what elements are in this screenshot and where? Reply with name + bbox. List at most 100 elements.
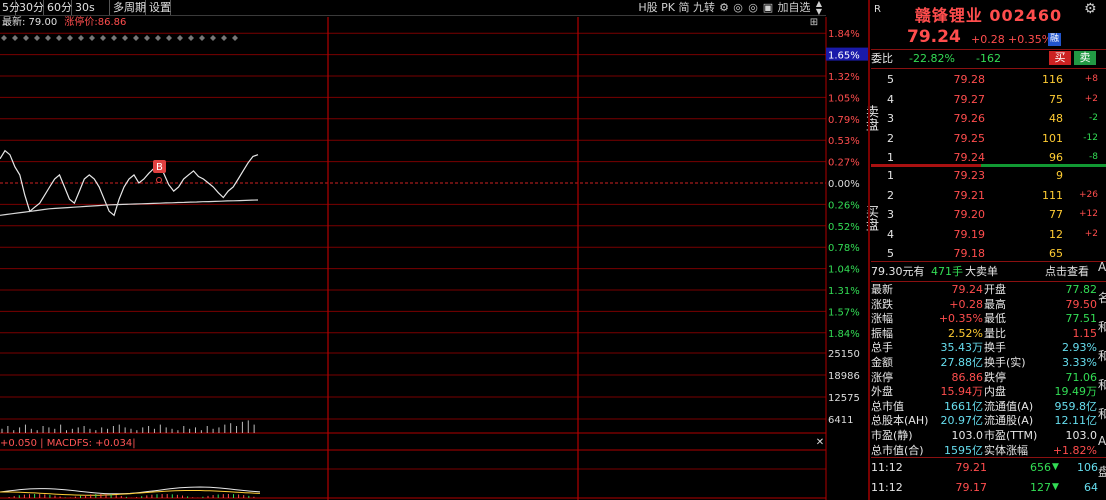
buy-row[interactable]: 3 79.20 77 +12 <box>871 205 1106 224</box>
period-60min-button[interactable]: 60分 <box>45 0 72 15</box>
edge-char: 和 <box>1098 378 1106 392</box>
buy-row[interactable]: 4 79.19 12 +2 <box>871 225 1106 244</box>
stat-value: 3.33% <box>1062 356 1097 369</box>
stat-label: 量比 <box>984 326 1006 340</box>
event-marker-icon <box>56 35 62 41</box>
event-marker-icon <box>111 35 117 41</box>
sell-row[interactable]: 3 79.26 48 -2 <box>871 109 1106 128</box>
sell-row[interactable]: 4 79.27 75 +2 <box>871 90 1106 109</box>
book-level: 3 <box>887 208 894 221</box>
stat-label: 最高 <box>984 297 1006 311</box>
stats-row: 振幅 2.52% 量比 1.15 <box>871 326 1106 341</box>
stat-label: 流通股(A) <box>984 414 1034 428</box>
stat-label: 市盈(静) <box>871 429 913 442</box>
event-marker-icon <box>232 35 238 41</box>
event-marker-icon <box>199 35 205 41</box>
multi-period-button[interactable]: 多周期 <box>111 0 146 15</box>
stat-label: 总市值(合) <box>871 443 924 457</box>
book-level: 4 <box>887 92 894 106</box>
book-delta: +2 <box>1084 228 1098 239</box>
target-icon[interactable]: ◎ <box>731 1 745 15</box>
tick-price: 79.21 <box>955 461 988 474</box>
quote-panel: R 赣锋锂业 002460 ⚙ 79.24 +0.28 +0.35% 融 委比 … <box>863 0 1106 500</box>
stats-row: 总股本(AH) 20.97亿 流通股(A) 12.11亿 <box>871 413 1106 428</box>
settings-button[interactable]: 设置 <box>147 0 171 15</box>
stat-value: 71.06 <box>1065 370 1098 384</box>
stat-label: 市盈(TTM) <box>984 429 1038 442</box>
tick-time: 11:12 <box>871 481 903 494</box>
stat-label: 外盘 <box>871 385 893 399</box>
event-marker-icon <box>221 35 227 41</box>
stat-label: 涨幅 <box>871 312 893 326</box>
sell-row[interactable]: 5 79.28 116 +8 <box>871 70 1106 89</box>
buy-row[interactable]: 2 79.21 111 +26 <box>871 186 1106 205</box>
sell-button[interactable]: 卖 <box>1074 51 1096 65</box>
tick-row: 11:12 79.17 127 ▼ 64 <box>871 478 1106 497</box>
stat-value: 2.52% <box>948 326 983 340</box>
stat-label: 实体涨幅 <box>984 443 1028 457</box>
gear-icon[interactable]: ⚙ <box>718 1 730 15</box>
sell-row[interactable]: 2 79.25 101 -12 <box>871 129 1106 148</box>
event-marker-icon <box>155 35 161 41</box>
tick-count: 64 <box>1084 481 1098 494</box>
nine-turn-button[interactable]: 九转 <box>692 1 716 15</box>
book-volume: 77 <box>1049 208 1063 221</box>
tick-count: 106 <box>1077 461 1098 474</box>
book-volume: 48 <box>1049 112 1063 125</box>
period-30min-button[interactable]: 30分 <box>17 0 44 15</box>
average-price-line <box>0 199 259 216</box>
book-volume: 9 <box>1056 169 1063 182</box>
volume-tick-label: 6411 <box>828 415 853 426</box>
view-big-orders-link[interactable]: 点击查看 <box>1045 262 1089 281</box>
price-tick-label: 1.84% <box>828 29 860 40</box>
volume-tick-label: 12575 <box>828 393 860 404</box>
stats-row: 涨跌 +0.28 最高 79.50 <box>871 297 1106 312</box>
event-marker-icon <box>45 35 51 41</box>
stat-value: +0.28 <box>949 297 983 311</box>
stat-value: 77.82 <box>1065 283 1098 296</box>
period-5min-button[interactable]: 5分 <box>0 0 20 15</box>
edge-char: 和 <box>1098 320 1106 334</box>
event-marker-icon <box>67 35 73 41</box>
volume-tick-label: 18986 <box>828 371 860 382</box>
buy-button[interactable]: 买 <box>1049 51 1071 65</box>
stat-value: 15.94万 <box>940 385 984 399</box>
h-share-button[interactable]: H股 <box>638 1 658 15</box>
stats-row: 涨幅 +0.35% 最低 77.51 <box>871 311 1106 326</box>
price-tick-label: 1.04% <box>828 265 860 276</box>
book-volume: 101 <box>1042 131 1063 145</box>
event-marker-icon <box>133 35 139 41</box>
stat-value: 1.15 <box>1072 326 1098 340</box>
pk-button[interactable]: PK <box>660 1 676 15</box>
price-tick-label: 1.84% <box>828 329 860 340</box>
add-watchlist-button[interactable]: 加自选 <box>776 1 812 15</box>
gear-icon[interactable]: ⚙ <box>1084 1 1097 17</box>
volume-tick-label: 25150 <box>828 349 860 360</box>
stat-label: 换手(实) <box>984 356 1026 369</box>
book-volume: 116 <box>1042 73 1063 86</box>
scroll-down-icon[interactable]: ▼ <box>814 8 824 16</box>
price-tick-label: 0.78% <box>828 243 860 254</box>
book-price: 79.25 <box>953 131 986 145</box>
stat-label: 涨跌 <box>871 297 893 311</box>
simple-button[interactable]: 简 <box>677 1 691 15</box>
buy-row[interactable]: 1 79.23 9 <box>871 166 1106 185</box>
stat-label: 振幅 <box>871 326 893 340</box>
stat-label: 换手 <box>984 341 1006 355</box>
eye-icon[interactable]: ◎ <box>746 1 760 15</box>
stat-value: 79.50 <box>1065 297 1098 311</box>
event-marker-icon <box>122 35 128 41</box>
down-arrow-icon: ▼ <box>1052 462 1059 472</box>
stats-row: 外盘 15.94万 内盘 19.49万 <box>871 384 1106 399</box>
close-icon[interactable]: ✕ <box>814 437 826 449</box>
stat-label: 涨停 <box>871 370 893 384</box>
big-order-row: 79.30元有 471手 大卖单 点击查看 <box>871 262 1106 281</box>
book-volume: 111 <box>1042 188 1063 202</box>
calendar-icon[interactable]: ▣ <box>761 1 775 15</box>
period-30s-button[interactable]: 30s <box>73 0 110 15</box>
stat-value: 1661亿 <box>944 399 983 413</box>
edge-char: 和 <box>1098 407 1106 421</box>
stat-value: 86.86 <box>951 370 984 384</box>
stats-row: 涨停 86.86 跌停 71.06 <box>871 370 1106 385</box>
event-marker-icon <box>12 35 18 41</box>
